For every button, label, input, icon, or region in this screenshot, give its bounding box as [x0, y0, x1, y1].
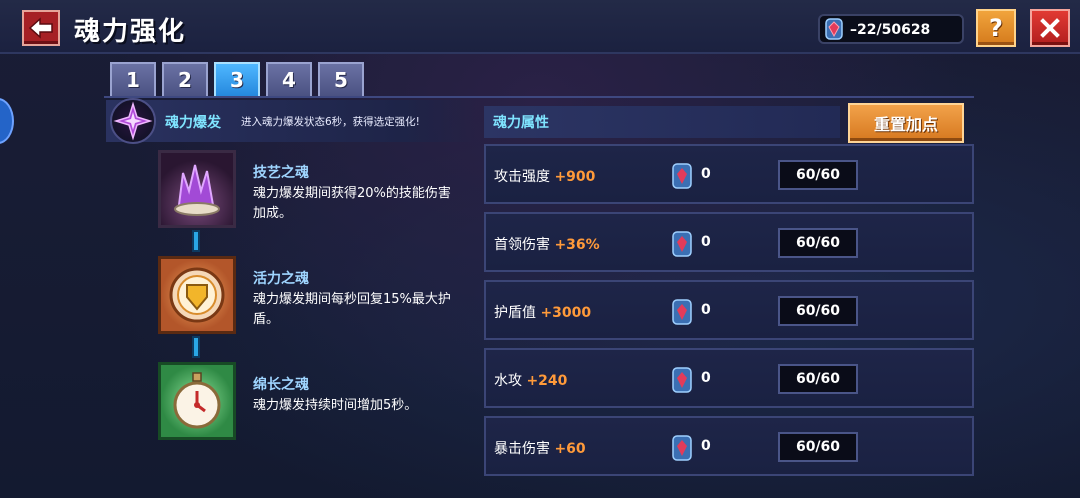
soul-gem-icon: [672, 163, 692, 189]
soul-technique-icon-slot[interactable]: [158, 150, 236, 228]
attribute-row[interactable]: 护盾值 +3000 0 60/60: [484, 280, 974, 340]
attribute-cost: 0: [701, 370, 711, 386]
soul-description: 魂力爆发持续时间增加5秒。: [253, 398, 418, 413]
attribute-row[interactable]: 暴击伤害 +60 0 60/60: [484, 416, 974, 476]
attribute-level: 60/60: [778, 296, 858, 326]
attribute-label: 水攻 +240: [494, 373, 568, 389]
attribute-cost: 0: [701, 302, 711, 318]
burst-description: 进入魂力爆发状态6秒，获得选定强化!: [241, 116, 420, 128]
burst-star-icon: [110, 98, 156, 144]
close-button[interactable]: [1030, 9, 1070, 47]
attribute-row[interactable]: 水攻 +240 0 60/60: [484, 348, 974, 408]
soul-description: 魂力爆发期间每秒回复15%最大护盾。: [253, 292, 451, 327]
soul-vitality-icon-slot[interactable]: [158, 256, 236, 334]
soul-gem-icon: [672, 367, 692, 393]
currency-value: –22/50628: [850, 22, 931, 38]
attribute-label: 护盾值 +3000: [494, 305, 592, 321]
attribute-level: 60/60: [778, 228, 858, 258]
arrow-left-icon: [28, 17, 53, 39]
attribute-level: 60/60: [778, 160, 858, 190]
attribute-label: 暴击伤害 +60: [494, 441, 586, 457]
attribute-row[interactable]: 攻击强度 +900 0 60/60: [484, 144, 974, 204]
attribute-level: 60/60: [778, 364, 858, 394]
soul-connector: [192, 336, 200, 358]
golden-shield-icon: [158, 256, 236, 334]
page-tabs: 1 2 3 4 5: [110, 62, 364, 96]
soul-name: 绵长之魂: [253, 377, 309, 393]
attribute-row[interactable]: 首领伤害 +36% 0 60/60: [484, 212, 974, 272]
tab-5[interactable]: 5: [318, 62, 364, 96]
tab-2[interactable]: 2: [162, 62, 208, 96]
page-title: 魂力强化: [74, 17, 187, 47]
soul-gem-icon: [672, 231, 692, 257]
burst-title: 魂力爆发: [165, 115, 221, 131]
soul-name: 活力之魂: [253, 271, 309, 287]
attribute-cost: 0: [701, 166, 711, 182]
tab-1[interactable]: 1: [110, 62, 156, 96]
soul-connector: [192, 230, 200, 252]
tab-4[interactable]: 4: [266, 62, 312, 96]
soul-gem-counter: –22/50628: [818, 14, 964, 44]
soul-name: 技艺之魂: [253, 165, 309, 181]
attribute-label: 攻击强度 +900: [494, 169, 596, 185]
attribute-cost: 0: [701, 234, 711, 250]
stopwatch-icon: [158, 362, 236, 440]
soul-gem-icon: [672, 435, 692, 461]
reset-points-button[interactable]: 重置加点: [848, 103, 964, 143]
back-button[interactable]: [22, 10, 60, 46]
soul-endurance-icon-slot[interactable]: [158, 362, 236, 440]
purple-crystal-icon: [158, 150, 236, 228]
soul-gem-icon: [672, 299, 692, 325]
close-icon: [1040, 18, 1060, 38]
attributes-title: 魂力属性: [493, 115, 549, 131]
attribute-level: 60/60: [778, 432, 858, 462]
tab-3[interactable]: 3: [214, 62, 260, 96]
attribute-cost: 0: [701, 438, 711, 454]
soul-gem-icon: [825, 18, 843, 40]
soul-description: 魂力爆发期间获得20%的技能伤害加成。: [253, 186, 451, 221]
help-button[interactable]: ?: [976, 9, 1016, 47]
attribute-label: 首领伤害 +36%: [494, 237, 600, 253]
question-mark-icon: ?: [989, 14, 1003, 42]
